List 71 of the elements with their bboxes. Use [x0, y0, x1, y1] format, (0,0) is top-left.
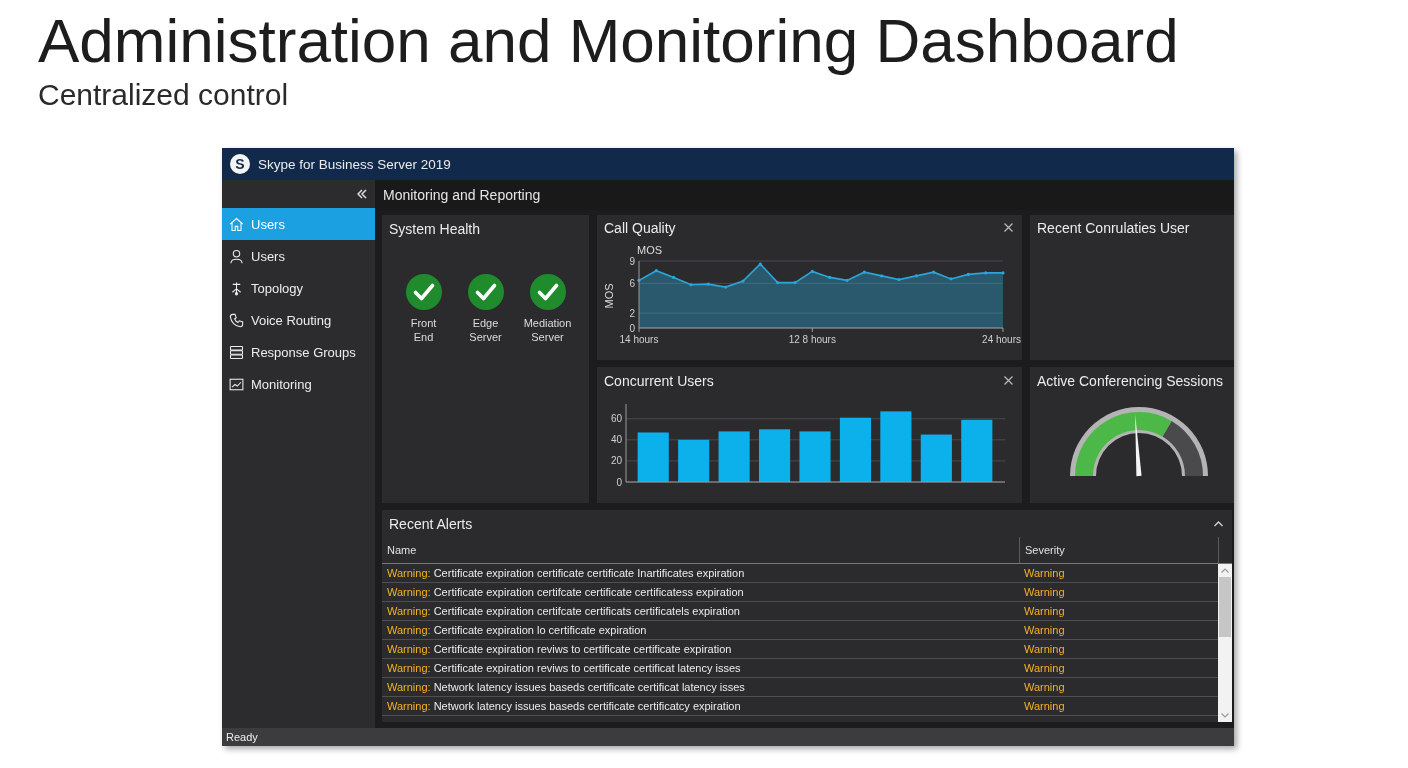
- bar: [718, 431, 750, 482]
- axis-tick-label: 60: [610, 413, 622, 425]
- axis-tick-label: 9: [629, 255, 635, 267]
- severity-label: Warning: [1023, 604, 1066, 619]
- double-chevron-icon[interactable]: [357, 189, 367, 199]
- sidebar-item[interactable]: Voice Routing: [222, 304, 375, 336]
- bar: [759, 429, 791, 482]
- axis-tick-label: 14 hours: [619, 334, 659, 345]
- panel-title: Concurrent Users: [604, 372, 714, 389]
- severity-label: Warning: [1023, 699, 1066, 714]
- axis-tick-label: 12 8 hours: [788, 334, 836, 345]
- phone-icon: [229, 312, 244, 328]
- server-stack-icon: [229, 344, 244, 360]
- sidebar-item[interactable]: Monitoring: [222, 368, 375, 400]
- bar: [678, 439, 710, 482]
- severity-label: Warning: [1023, 642, 1066, 657]
- caret-up-icon[interactable]: [1214, 520, 1223, 527]
- scrollbar-thumb[interactable]: [1219, 577, 1231, 637]
- axis-tick-label: 24 hours: [982, 334, 1021, 345]
- severity-label: Warning: [1023, 623, 1066, 638]
- service-label: Edge Server: [469, 316, 502, 344]
- close-icon[interactable]: [1004, 376, 1013, 385]
- section-header: Monitoring and Reporting: [383, 187, 541, 203]
- page-subtitle: Centralized control: [38, 80, 289, 110]
- chart-title: MOS: [637, 244, 663, 256]
- axis-tick-label: 40: [610, 434, 622, 446]
- person-icon: [229, 248, 244, 264]
- axis-tick-label: 0: [616, 476, 622, 488]
- sidebar-item[interactable]: Topology: [222, 272, 375, 304]
- axis-tick-label: 2: [629, 307, 635, 319]
- column-header[interactable]: Severity: [1019, 537, 1218, 563]
- bar: [637, 432, 669, 482]
- axis-label: MOS: [603, 283, 615, 309]
- alert-name: Warning: Certificate expiration reviws to certificate certificat latency isses: [386, 661, 742, 676]
- close-icon[interactable]: [1004, 223, 1013, 232]
- panel-title: Recent Conrulaties User: [1037, 219, 1190, 236]
- severity-label: Warning: [1023, 661, 1066, 676]
- alert-name: Warning: Certificate expiration certifcate certificate certificatess expiration: [386, 585, 745, 600]
- alert-name: Warning: Certificate expiration certificate certificate Inartificates expiration: [386, 566, 746, 581]
- alert-name: Warning: Certificate expiration lo certificate expiration: [386, 623, 648, 638]
- sidebar-item[interactable]: Response Groups: [222, 336, 375, 368]
- service-label: Mediation Server: [523, 316, 572, 344]
- scrollbar[interactable]: [1218, 564, 1232, 722]
- hierarchy-icon: [229, 280, 244, 296]
- bar: [920, 434, 952, 482]
- panel-title: System Health: [389, 220, 481, 237]
- severity-label: Warning: [1023, 566, 1066, 581]
- alert-name: Warning: Certificate expiration certifcate certificats certificatels expiration: [386, 604, 741, 619]
- status-text: Ready: [226, 731, 258, 743]
- axis-tick-label: 20: [610, 455, 622, 467]
- panel-title: Recent Alerts: [389, 515, 473, 532]
- alert-name: Warning: Network latency issues baseds certificate certificat latency isses: [386, 680, 746, 695]
- severity-label: Warning: [1023, 585, 1066, 600]
- alert-name: Warning: Network latency issues baseds certificate certificatcy expiration: [386, 699, 742, 714]
- home-icon: [229, 216, 244, 232]
- panel-title: Call Quality: [604, 219, 676, 236]
- bar: [961, 419, 993, 482]
- axis-tick-label: 0: [629, 322, 635, 334]
- window-title: Skype for Business Server 2019: [258, 156, 451, 172]
- line-chart-icon: [229, 376, 244, 392]
- bar: [839, 417, 871, 482]
- bar: [880, 411, 912, 482]
- bar: [799, 431, 831, 482]
- alert-name: Warning: Certificate expiration reviws to certificate certificate expiration: [386, 642, 733, 657]
- sidebar-item[interactable]: Users: [222, 240, 375, 272]
- panel-title: Active Conferencing Sessions: [1037, 372, 1223, 389]
- column-header[interactable]: Name: [382, 537, 1019, 563]
- service-label: Front End: [410, 316, 437, 344]
- app-logo: S: [230, 154, 250, 174]
- axis-tick-label: 6: [629, 277, 635, 289]
- severity-label: Warning: [1023, 680, 1066, 695]
